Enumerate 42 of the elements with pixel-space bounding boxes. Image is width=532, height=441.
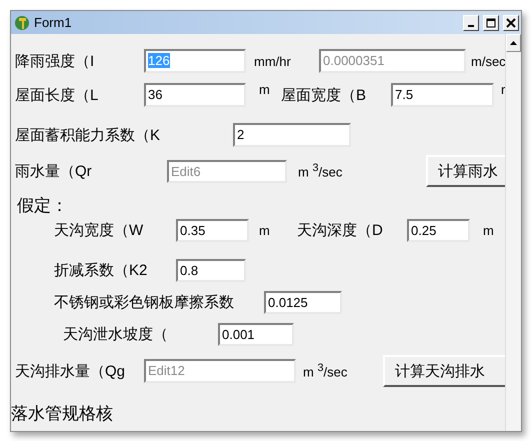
unit-label: m: [259, 82, 271, 97]
field-label: 降雨强度（I: [15, 52, 96, 70]
caret-up-icon: [510, 41, 517, 45]
field-label: 不锈钢或彩色钢板摩擦系数: [54, 292, 235, 312]
unit-label: m $^{3}$/sec: [303, 362, 348, 380]
field-label: 天沟排水量（Qg: [15, 362, 126, 380]
close-button[interactable]: [503, 14, 519, 30]
section-heading: 落水管规格核: [11, 402, 114, 424]
field-label: 天沟泄水坡度（: [63, 324, 169, 344]
field-label: 屋面长度（L: [15, 86, 100, 104]
minimize-button[interactable]: [463, 14, 479, 30]
calculate-button[interactable]: 计算天沟排水: [383, 355, 505, 387]
field-label: 雨水量（Qr: [15, 162, 93, 180]
text-field[interactable]: 0.0125: [264, 290, 342, 314]
calculate-button[interactable]: 计算雨水: [426, 155, 505, 187]
field-label: 天沟宽度（W: [54, 220, 144, 240]
text-field[interactable]: 2: [233, 123, 351, 147]
text-field[interactable]: 0.001: [218, 322, 294, 346]
text-field[interactable]: 7.5: [391, 83, 494, 107]
scrollbar[interactable]: [505, 34, 521, 431]
unit-label: m: [483, 222, 495, 238]
unit-label: m/sec: [471, 54, 505, 68]
field-label: 屋面蓄积能力系数（K: [15, 126, 162, 144]
field-label: 屋面宽度（B: [281, 86, 368, 104]
app-icon: [14, 14, 30, 30]
maximize-icon: [486, 18, 496, 28]
scroll-up-button[interactable]: [506, 34, 521, 52]
unit-label: r: [501, 82, 505, 97]
window-title: Form1: [34, 15, 73, 30]
close-icon: [506, 18, 516, 28]
text-field[interactable]: 0.25: [407, 218, 470, 242]
section-heading: 假定：: [17, 194, 69, 216]
unit-label: m: [259, 222, 271, 238]
unit-label: m $^{3}$/sec: [298, 162, 344, 180]
unit-label: mm/hr: [254, 54, 292, 68]
field-label: 天沟深度（D: [297, 220, 384, 240]
text-field[interactable]: 36: [144, 83, 246, 107]
minimize-icon: [468, 24, 474, 26]
text-field[interactable]: 0.8: [176, 258, 246, 282]
field-label: 折减系数（K2: [54, 260, 148, 280]
text-field[interactable]: 0.35: [176, 218, 249, 242]
maximize-button[interactable]: [483, 14, 499, 30]
